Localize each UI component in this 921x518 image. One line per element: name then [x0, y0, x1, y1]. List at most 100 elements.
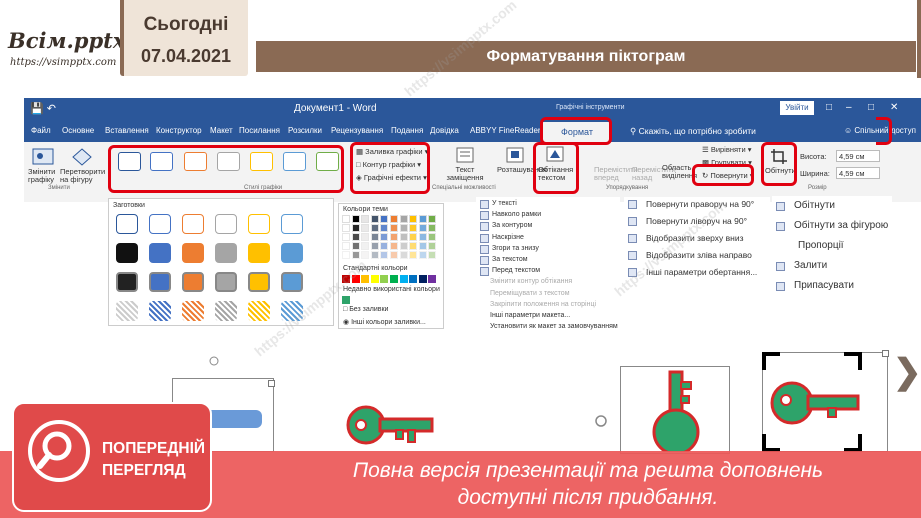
style-preset-swatch[interactable] [116, 214, 138, 234]
wrap-option[interactable]: Закріпити положення на сторінці [490, 301, 596, 308]
alt-text-icon[interactable] [456, 147, 474, 163]
theme-color-swatch[interactable] [399, 215, 408, 223]
style-preset-swatch[interactable] [281, 301, 303, 321]
rotate-option[interactable]: Повернути ліворуч на 90° [646, 216, 747, 226]
standard-color-swatch[interactable] [418, 275, 427, 283]
rotate-handle-icon[interactable] [594, 414, 608, 428]
rotate-option[interactable]: Повернути праворуч на 90° [646, 199, 754, 209]
style-preset-swatch[interactable] [248, 301, 270, 321]
recent-color-swatch[interactable] [342, 296, 350, 304]
layout-options-icon[interactable] [882, 350, 889, 357]
theme-color-swatch[interactable] [370, 242, 379, 250]
position-button[interactable]: Розташування [497, 166, 547, 174]
wrap-option[interactable]: Змінити контур обтікання [490, 278, 572, 285]
theme-color-swatch[interactable] [399, 224, 408, 232]
undo-icon[interactable]: ↶ [47, 103, 56, 115]
tab-view[interactable]: Подання [391, 126, 423, 135]
standard-color-swatch[interactable] [399, 275, 408, 283]
more-colors-item[interactable]: ◉ Інші кольори заливки... [343, 318, 426, 326]
theme-color-swatch[interactable] [361, 215, 370, 223]
style-preset-swatch[interactable] [116, 301, 138, 321]
theme-color-swatch[interactable] [399, 242, 408, 250]
key-icon[interactable] [344, 402, 436, 448]
wrap-option[interactable]: Переміщувати з текстом [490, 290, 570, 297]
theme-color-swatch[interactable] [418, 251, 427, 259]
standard-color-swatch[interactable] [342, 275, 350, 283]
save-icon[interactable]: 💾 [30, 103, 44, 115]
style-preset-swatch[interactable] [281, 214, 303, 234]
theme-color-swatch[interactable] [342, 251, 350, 259]
ribbon-options-icon[interactable]: □ [826, 102, 832, 113]
theme-color-swatch[interactable] [361, 242, 370, 250]
tab-design[interactable]: Конструктор [156, 126, 202, 135]
crop-option[interactable]: Припасувати [794, 280, 854, 291]
theme-color-swatch[interactable] [351, 215, 360, 223]
maximize-icon[interactable]: □ [868, 102, 874, 113]
align-button[interactable]: ☰ Вирівняти ▾ [702, 145, 752, 154]
change-graphic-icon[interactable] [32, 148, 54, 166]
theme-color-swatch[interactable] [351, 242, 360, 250]
position-icon[interactable] [506, 147, 524, 163]
standard-color-swatch[interactable] [390, 275, 398, 283]
theme-color-swatch[interactable] [418, 224, 427, 232]
theme-color-swatch[interactable] [351, 224, 360, 232]
style-preset-swatch[interactable] [215, 214, 237, 234]
theme-color-swatch[interactable] [390, 224, 398, 232]
theme-color-swatch[interactable] [409, 215, 418, 223]
theme-color-swatch[interactable] [428, 251, 437, 259]
rotate-option[interactable]: Відобразити зліва направо [646, 250, 752, 260]
style-preset-swatch[interactable] [248, 214, 270, 234]
theme-color-swatch[interactable] [370, 224, 379, 232]
wrap-option[interactable]: Установити як макет за замовчуванням [490, 323, 618, 330]
standard-color-swatch[interactable] [361, 275, 370, 283]
selection-pane-button[interactable]: Область виділення [662, 164, 697, 180]
wrap-option[interactable]: У тексті [492, 200, 517, 207]
wrap-option[interactable]: Наскрізне [492, 234, 524, 241]
wrap-option[interactable]: Навколо рамки [492, 211, 541, 218]
theme-color-swatch[interactable] [390, 251, 398, 259]
style-preset-swatch[interactable] [149, 301, 171, 321]
theme-color-swatch[interactable] [428, 242, 437, 250]
no-fill-item[interactable]: □ Без заливки [343, 306, 388, 313]
style-preset-swatch[interactable] [281, 272, 303, 292]
quick-access-toolbar[interactable]: 💾 ↶ [30, 102, 56, 115]
style-preset-swatch[interactable] [182, 214, 204, 234]
rotate-handle-icon[interactable] [208, 355, 220, 367]
theme-color-swatch[interactable] [342, 242, 350, 250]
theme-color-swatch[interactable] [380, 224, 389, 232]
tab-mailings[interactable]: Розсилки [288, 126, 322, 135]
theme-color-swatch[interactable] [390, 233, 398, 241]
standard-color-swatch[interactable] [428, 275, 437, 283]
theme-color-swatch[interactable] [351, 251, 360, 259]
theme-color-swatch[interactable] [351, 233, 360, 241]
theme-color-swatch[interactable] [428, 215, 437, 223]
key-icon[interactable] [768, 378, 860, 428]
theme-color-swatch[interactable] [428, 224, 437, 232]
next-slide-icon[interactable]: ❯ [893, 350, 921, 394]
theme-color-swatch[interactable] [361, 251, 370, 259]
theme-color-swatch[interactable] [428, 233, 437, 241]
style-preset-swatch[interactable] [182, 272, 204, 292]
tab-file[interactable]: Файл [31, 126, 51, 135]
theme-color-swatch[interactable] [370, 233, 379, 241]
close-icon[interactable]: ✕ [890, 102, 898, 113]
style-preset-swatch[interactable] [182, 243, 204, 263]
tab-review[interactable]: Рецензування [331, 126, 383, 135]
style-preset-swatch[interactable] [116, 243, 138, 263]
style-preset-swatch[interactable] [149, 214, 171, 234]
wrap-option[interactable]: За контуром [492, 222, 532, 229]
style-preset-swatch[interactable] [215, 301, 237, 321]
forward-button[interactable]: Перемістити вперед [594, 166, 638, 182]
login-button[interactable]: Увійти [780, 101, 814, 115]
theme-color-swatch[interactable] [342, 233, 350, 241]
style-preset-swatch[interactable] [281, 243, 303, 263]
theme-color-swatch[interactable] [380, 233, 389, 241]
crop-option[interactable]: Обітнути за фігурою [794, 220, 888, 231]
standard-color-swatch[interactable] [380, 275, 389, 283]
theme-color-swatch[interactable] [370, 251, 379, 259]
standard-color-swatch[interactable] [409, 275, 418, 283]
style-preset-swatch[interactable] [182, 301, 204, 321]
style-preset-swatch[interactable] [215, 243, 237, 263]
rotate-option[interactable]: Відобразити зверху вниз [646, 233, 744, 243]
style-preset-swatch[interactable] [116, 272, 138, 292]
